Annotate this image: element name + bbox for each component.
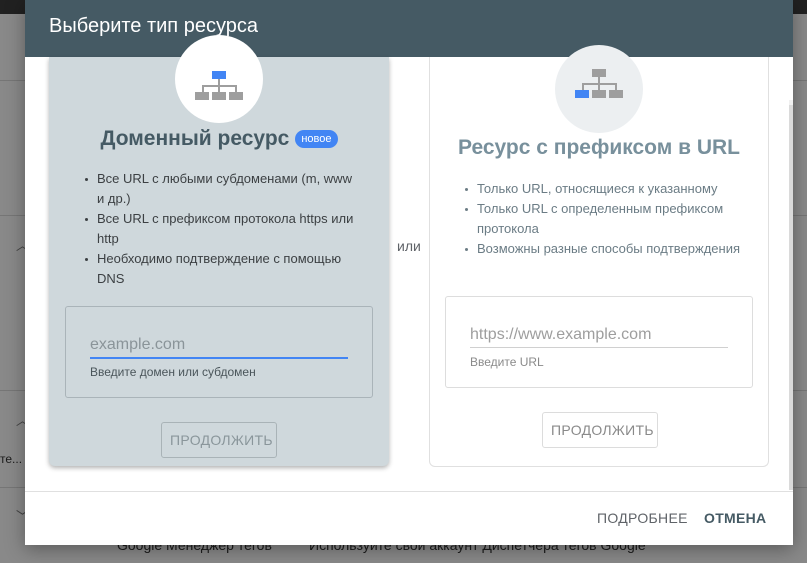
list-item: Необходимо подтверждение с помощью DNS [79, 249, 359, 289]
domain-input-helper: Введите домен или субдомен [90, 365, 256, 379]
url-icon-circle [555, 45, 643, 133]
dialog-header: Выберите тип ресурса [25, 0, 793, 57]
list-item: Только URL, относящиеся к указанному [459, 179, 749, 199]
domain-card-title-text: Доменный ресурс [100, 127, 290, 150]
sitemap-icon [575, 69, 623, 98]
list-item: Все URL с префиксом протокола https или … [79, 209, 359, 249]
url-feature-list: Только URL, относящиеся к указанному Тол… [459, 179, 749, 259]
domain-card-title: Доменный ресурс новое [49, 127, 389, 151]
url-input-helper: Введите URL [470, 355, 544, 369]
cancel-button[interactable]: ОТМЕНА [698, 504, 772, 532]
url-card-title: Ресурс с префиксом в URL [457, 136, 741, 159]
list-item: Все URL с любыми субдоменами (m, www и д… [79, 169, 359, 209]
new-badge: новое [295, 130, 338, 148]
url-input-box: Введите URL [445, 296, 753, 388]
sitemap-icon [195, 71, 243, 100]
domain-continue-button[interactable]: ПРОДОЛЖИТЬ [161, 422, 277, 458]
domain-icon-circle [175, 35, 263, 123]
resource-type-dialog: Выберите тип ресурса Доменный ресурс ново… [25, 0, 793, 545]
list-item: Возможны разные способы подтверждения [459, 239, 749, 259]
list-item: Только URL с определенным префиксом прот… [459, 199, 749, 239]
footer-divider [25, 491, 793, 492]
domain-input-box: Введите домен или субдомен [65, 306, 373, 398]
or-separator: или [397, 238, 421, 254]
url-prefix-resource-card[interactable]: Ресурс с префиксом в URL Только URL, отн… [429, 45, 769, 467]
domain-feature-list: Все URL с любыми субдоменами (m, www и д… [79, 169, 359, 289]
domain-input[interactable] [90, 333, 348, 359]
url-continue-button[interactable]: ПРОДОЛЖИТЬ [542, 412, 658, 448]
learn-more-button[interactable]: ПОДРОБНЕЕ [591, 504, 694, 532]
domain-resource-card[interactable]: Доменный ресурс новое Все URL с любыми су… [49, 35, 389, 466]
url-input[interactable] [470, 323, 728, 348]
scrollbar-thumb[interactable] [789, 105, 793, 490]
